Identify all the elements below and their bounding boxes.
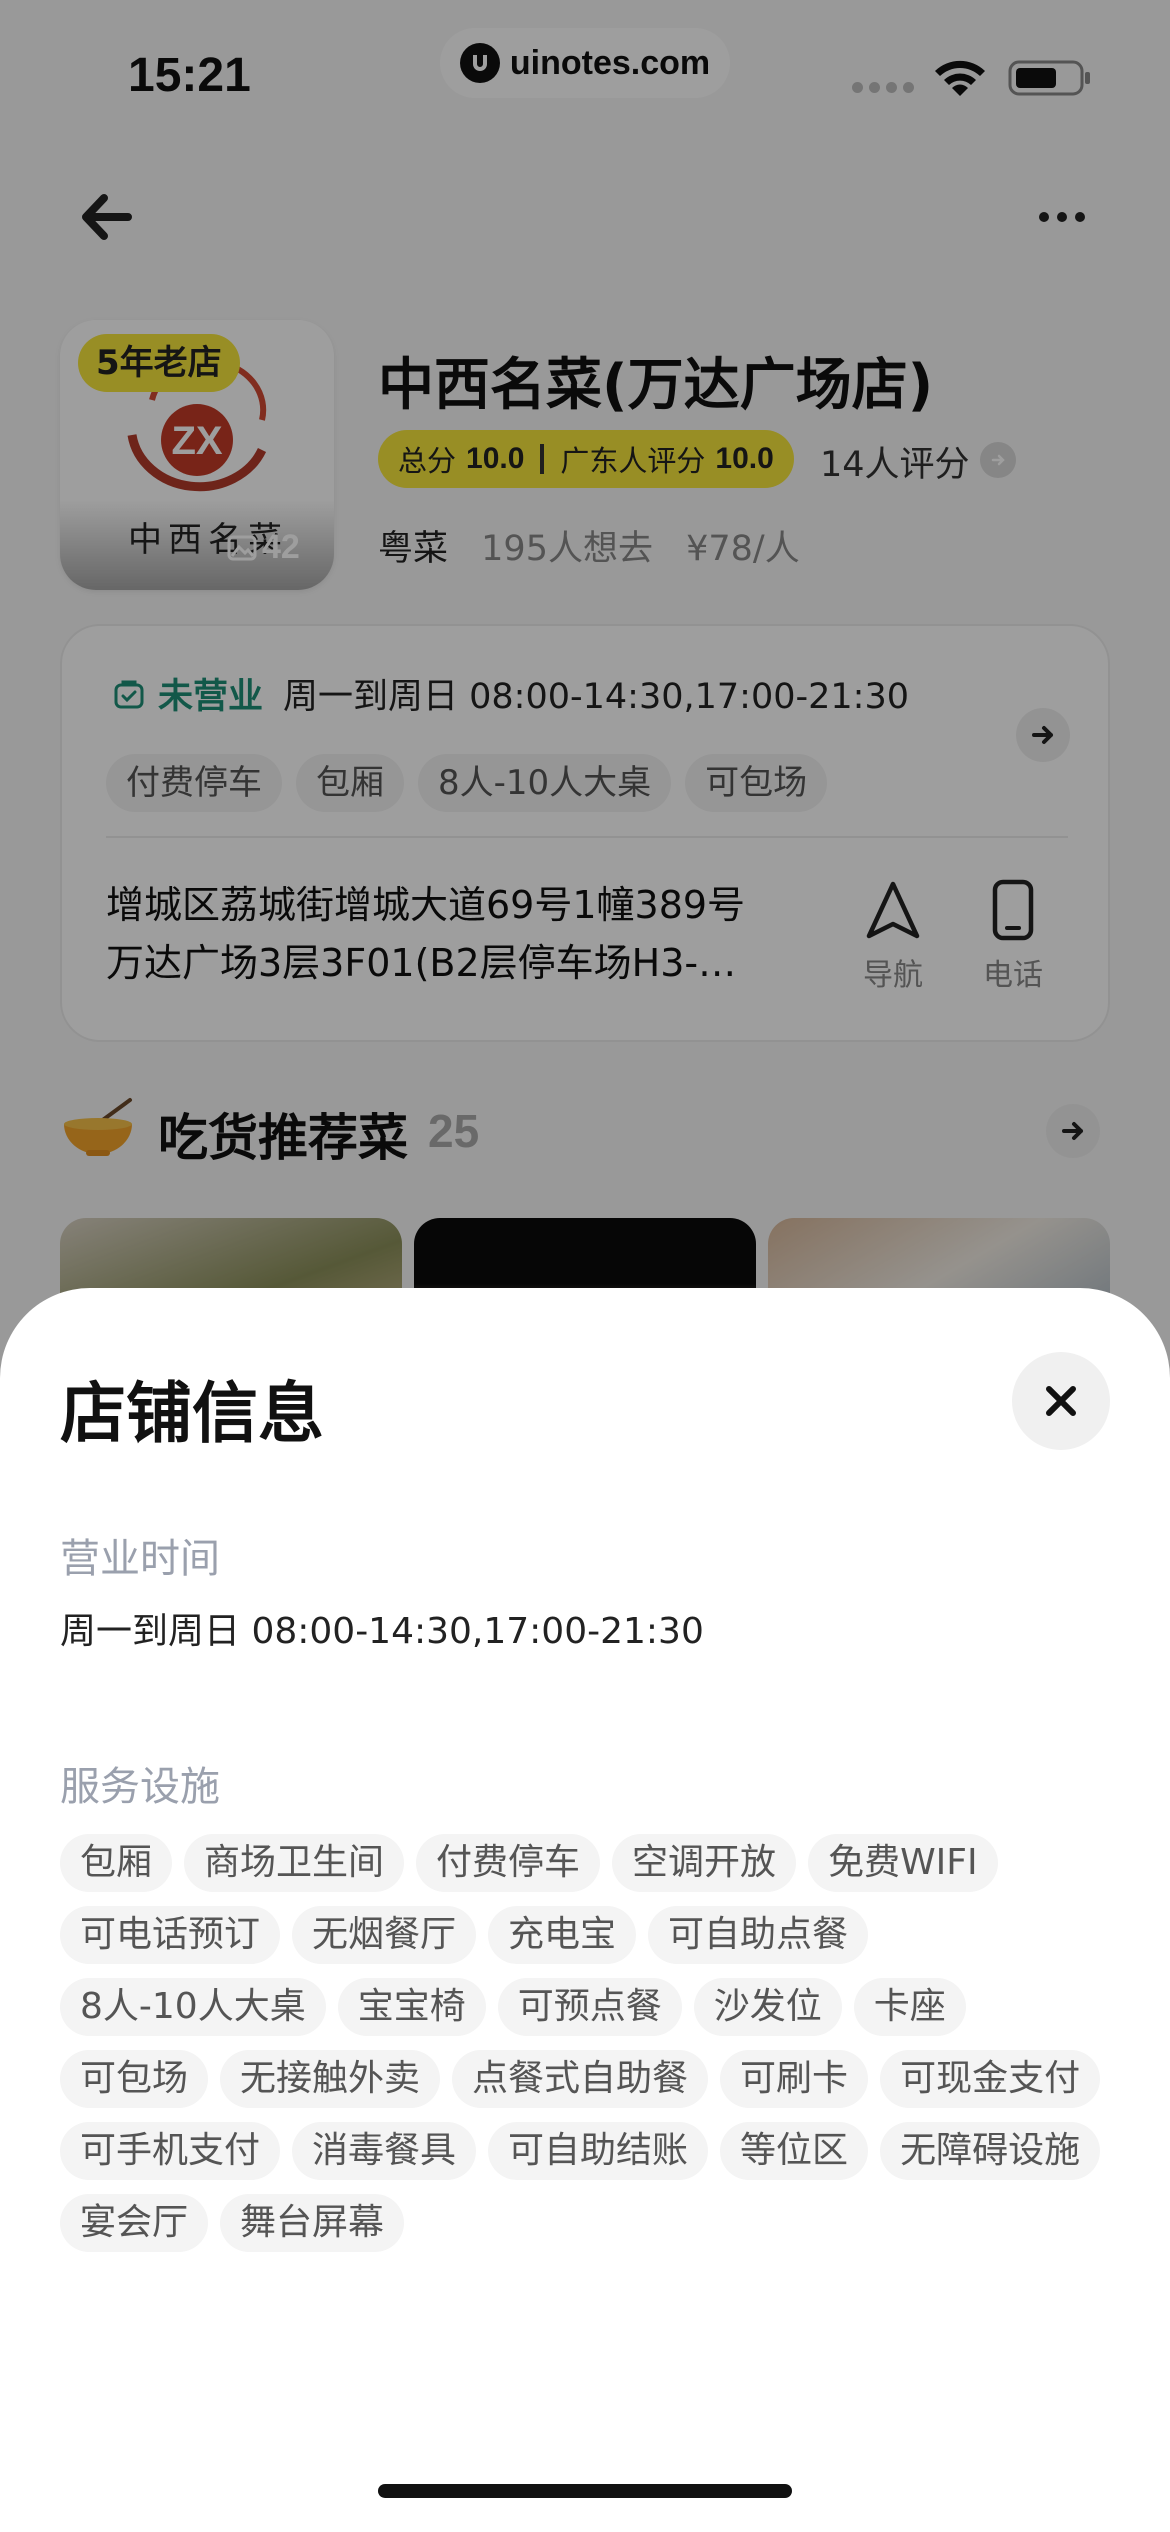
service-tag: 付费停车 bbox=[416, 1834, 601, 1892]
service-tag: 卡座 bbox=[853, 1978, 966, 2036]
service-tag: 无烟餐厅 bbox=[292, 1906, 477, 1964]
service-tags: 包厢 商场卫生间 付费停车 空调开放 免费WIFI 可电话预订 无烟餐厅 充电宝… bbox=[60, 1834, 1120, 2252]
store-info-sheet: 店铺信息 营业时间 周一到周日 08:00-14:30,17:00-21:30 … bbox=[0, 1288, 1170, 2532]
service-tag: 可自助点餐 bbox=[648, 1906, 869, 1964]
service-tag: 可刷卡 bbox=[720, 2050, 869, 2108]
service-tag: 包厢 bbox=[60, 1834, 173, 1892]
service-tag: 宴会厅 bbox=[60, 2194, 209, 2252]
service-tag: 可自助结账 bbox=[488, 2122, 709, 2180]
service-tag: 可现金支付 bbox=[880, 2050, 1101, 2108]
close-button[interactable] bbox=[1012, 1352, 1110, 1450]
hours-section-label: 营业时间 bbox=[60, 1536, 220, 1582]
home-indicator bbox=[378, 2484, 792, 2498]
service-tag: 8人-10人大桌 bbox=[60, 1978, 326, 2036]
service-tag: 可预点餐 bbox=[497, 1978, 682, 2036]
service-tag: 可手机支付 bbox=[60, 2122, 281, 2180]
service-tag: 无接触外卖 bbox=[220, 2050, 441, 2108]
services-section-label: 服务设施 bbox=[60, 1764, 220, 1810]
close-icon bbox=[1046, 1386, 1076, 1416]
business-hours-detail: 周一到周日 08:00-14:30,17:00-21:30 bbox=[60, 1611, 704, 1652]
service-tag: 可电话预订 bbox=[60, 1906, 281, 1964]
service-tag: 沙发位 bbox=[693, 1978, 842, 2036]
service-tag: 无障碍设施 bbox=[880, 2122, 1101, 2180]
service-tag: 点餐式自助餐 bbox=[452, 2050, 709, 2108]
service-tag: 充电宝 bbox=[488, 1906, 637, 1964]
service-tag: 可包场 bbox=[60, 2050, 209, 2108]
service-tag: 宝宝椅 bbox=[337, 1978, 486, 2036]
service-tag: 免费WIFI bbox=[808, 1834, 998, 1892]
sheet-title: 店铺信息 bbox=[60, 1375, 324, 1452]
service-tag: 空调开放 bbox=[612, 1834, 797, 1892]
service-tag: 消毒餐具 bbox=[292, 2122, 477, 2180]
service-tag: 舞台屏幕 bbox=[220, 2194, 405, 2252]
service-tag: 商场卫生间 bbox=[184, 1834, 405, 1892]
service-tag: 等位区 bbox=[720, 2122, 869, 2180]
